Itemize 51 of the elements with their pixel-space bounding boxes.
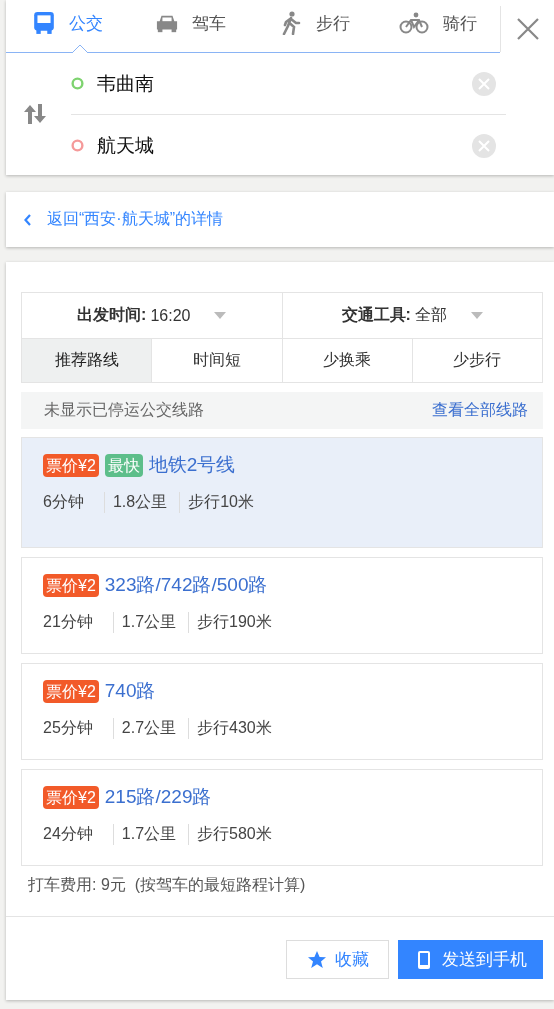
route-stat: 24分钟 (43, 824, 94, 844)
route-stat: 2.7公里 (112, 718, 189, 739)
clear-icon[interactable] (472, 71, 496, 96)
sort-tab[interactable]: 推荐路线 (22, 339, 153, 382)
route-stat: 步行190米 (188, 612, 284, 633)
mode-tab[interactable]: 公交 (6, 0, 130, 52)
notice-text: 未显示已停运公交线路 (44, 400, 204, 420)
route-tag: 票价¥2 (43, 679, 99, 703)
route-stat: 1.7公里 (112, 824, 189, 845)
route-tag: 票价¥2 (43, 573, 99, 597)
route-name: 215路/229路 (104, 785, 212, 809)
route-card[interactable]: 票价¥2 215路/229路 24分钟 1.7公里 步行580米 (21, 769, 543, 866)
route-stat: 1.8公里 (103, 492, 180, 513)
view-all-link[interactable]: 查看全部线路 (432, 400, 528, 421)
route-name: 323路/742路/500路 (104, 573, 268, 597)
route-stat: 1.7公里 (112, 612, 189, 633)
ring-icon (71, 77, 84, 90)
route-stat: 步行430米 (188, 718, 284, 739)
caret-icon (470, 312, 483, 319)
chevron-left-icon (24, 213, 32, 226)
caret-icon (214, 312, 227, 319)
route-name: 地铁2号线 (148, 453, 236, 477)
route-card[interactable]: 票价¥2 最快 地铁2号线 6分钟 1.8公里 步行10米 (21, 437, 543, 548)
route-stat: 6分钟 (43, 492, 85, 512)
route-card[interactable]: 票价¥2 740路 25分钟 2.7公里 步行430米 (21, 663, 543, 760)
route-tag: 票价¥2 (43, 785, 99, 809)
end-input[interactable]: 航天城 (97, 132, 472, 159)
start-input[interactable]: 韦曲南 (97, 70, 472, 97)
swap-arrows-icon (23, 103, 47, 125)
route-name: 740路 (104, 679, 156, 703)
close-icon (515, 17, 540, 41)
route-stat: 步行580米 (188, 824, 284, 845)
mode-tab[interactable]: 步行 (253, 0, 377, 52)
mode-tab[interactable]: 驾车 (129, 0, 253, 52)
route-stat: 21分钟 (43, 612, 94, 632)
star-icon (306, 949, 327, 970)
route-tag: 最快 (104, 453, 143, 477)
route-stat: 步行10米 (179, 492, 266, 513)
bicycle-icon (399, 11, 430, 35)
taxi-fare-note: 打车费用: 9元 (按驾车的最短路程计算) (28, 875, 307, 895)
route-tag: 票价¥2 (43, 453, 99, 477)
bus-icon (32, 11, 55, 35)
filter-dropdown[interactable]: 出发时间: 16:20 (22, 293, 283, 339)
mode-tab[interactable]: 骑行 (376, 0, 500, 52)
back-link[interactable]: 返回“西安·航天城”的详情 (24, 209, 223, 230)
route-stat: 25分钟 (43, 718, 94, 738)
favorite-button[interactable]: 收藏 (286, 940, 389, 979)
ring-icon (71, 139, 84, 152)
send-to-phone-button[interactable]: 发送到手机 (398, 940, 543, 979)
clear-icon[interactable] (472, 133, 496, 158)
route-card[interactable]: 票价¥2 323路/742路/500路 21分钟 1.7公里 步行190米 (21, 557, 543, 654)
